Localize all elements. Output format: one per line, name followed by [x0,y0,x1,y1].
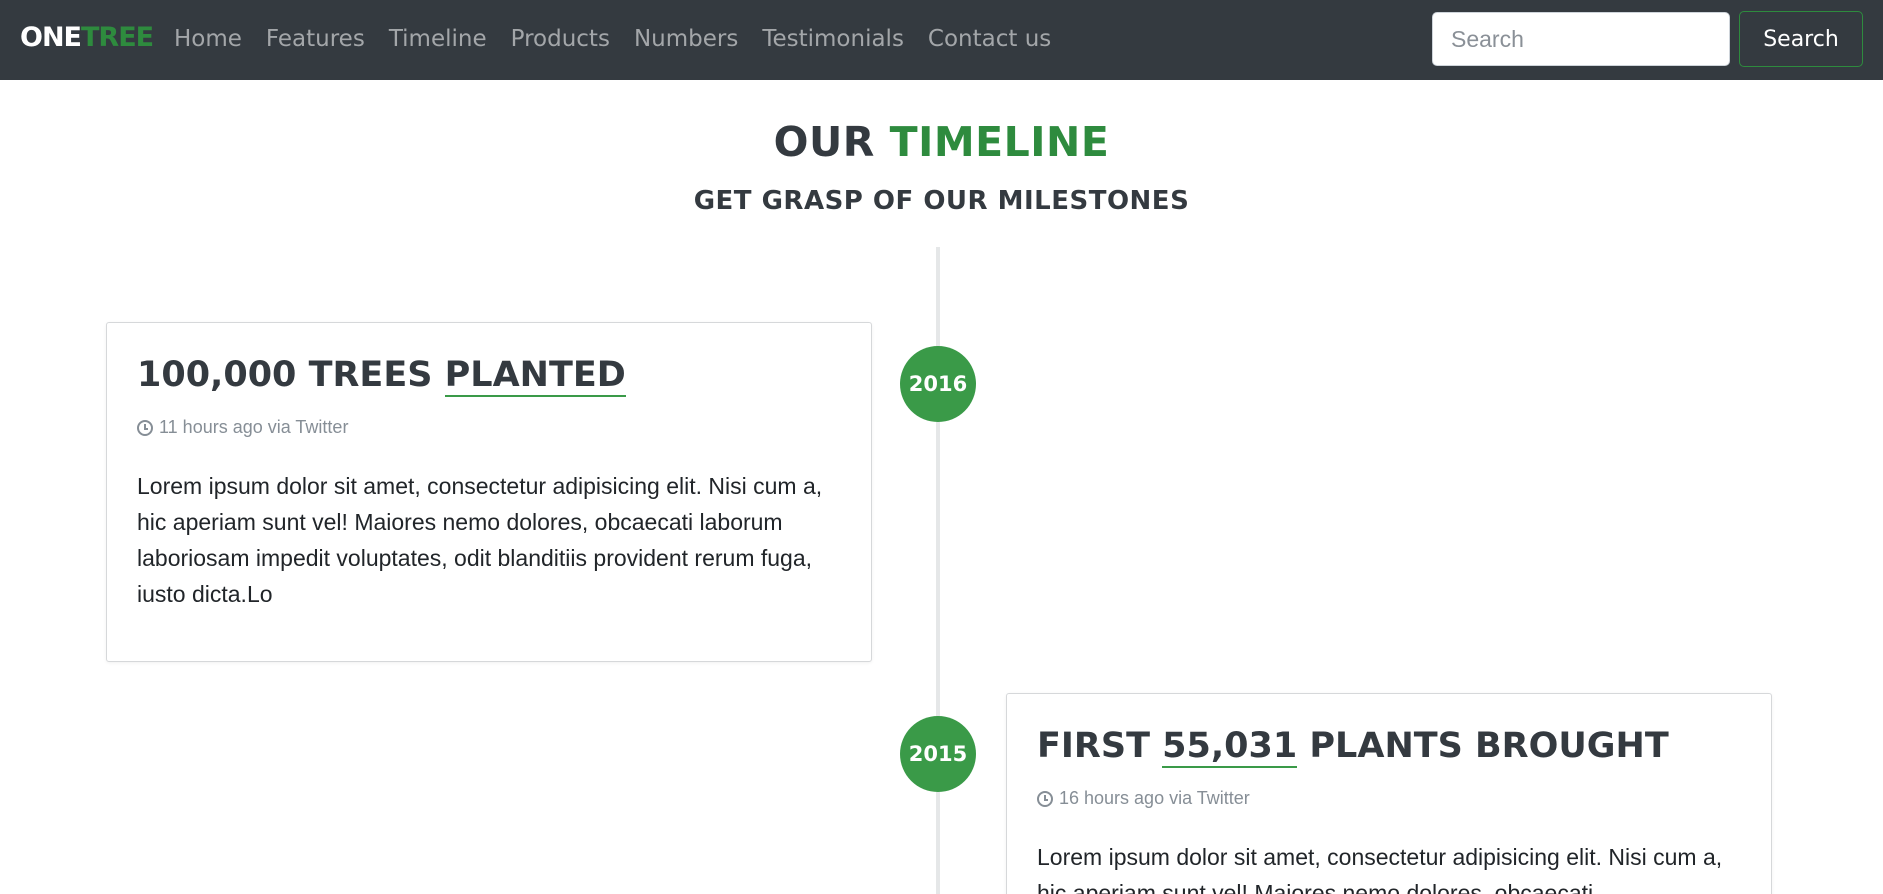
timeline-card: FIRST 55,031 PLANTS BROUGHT 16 hours ago… [1006,693,1772,894]
brand-logo[interactable]: ONETREE [20,22,154,53]
timeline-card-title: 100,000 TREES PLANTED [137,353,841,397]
page-title: OUR TIMELINE [0,118,1883,166]
title-text-post: PLANTS BROUGHT [1297,726,1669,766]
search-input[interactable] [1432,12,1730,66]
timeline-card-meta: 16 hours ago via Twitter [1037,788,1741,809]
nav-link-numbers[interactable]: Numbers [622,26,750,52]
nav-link-timeline[interactable]: Timeline [377,26,499,52]
clock-icon [137,419,153,436]
title-underlined: PLANTED [444,355,626,397]
navbar: ONETREE Home Features Timeline Products … [0,0,1883,80]
search-button[interactable]: Search [1739,11,1863,67]
timeline-card: 100,000 TREES PLANTED 11 hours ago via T… [106,322,872,662]
title-text: 100,000 TREES [137,355,445,395]
title-text: FIRST [1037,726,1163,766]
meta-text: 16 hours ago via Twitter [1059,788,1250,808]
page-title-accent: TIMELINE [889,118,1110,166]
clock-icon [1037,790,1053,807]
nav-link-testimonials[interactable]: Testimonials [750,26,916,52]
timeline-card-body: Lorem ipsum dolor sit amet, consectetur … [1037,844,1723,894]
nav-links: Home Features Timeline Products Numbers … [162,26,1063,52]
nav-link-products[interactable]: Products [499,26,622,52]
timeline-card-meta: 11 hours ago via Twitter [137,417,841,438]
brand-tree: TREE [81,22,154,53]
page-subtitle: GET GRASP OF OUR MILESTONES [693,186,1190,216]
timeline-card-title: FIRST 55,031 PLANTS BROUGHT [1037,724,1741,768]
page-title-part1: OUR [773,118,890,166]
timeline-card-body: Lorem ipsum dolor sit amet, consectetur … [137,473,823,607]
timeline-line [936,247,940,894]
nav-link-contact[interactable]: Contact us [916,26,1063,52]
nav-link-features[interactable]: Features [254,26,377,52]
brand-one: ONE [20,22,82,53]
title-underlined: 55,031 [1162,726,1298,768]
year-badge-2015: 2015 [900,716,976,792]
nav-link-home[interactable]: Home [162,26,254,52]
year-badge-2016: 2016 [900,346,976,422]
meta-text: 11 hours ago via Twitter [159,417,349,437]
